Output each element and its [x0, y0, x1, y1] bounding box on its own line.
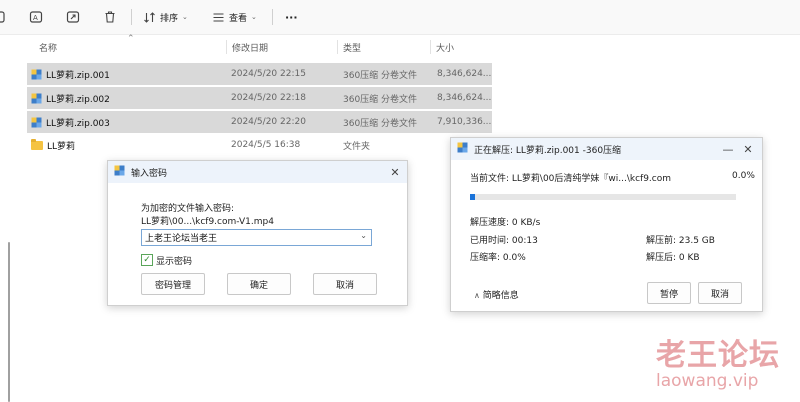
file-type: 360压缩 分卷文件 — [343, 94, 418, 105]
percent-complete: 0.0% — [732, 171, 755, 181]
file-date: 2024/5/20 22:18 — [231, 93, 306, 103]
app-icon — [457, 142, 468, 156]
sort-button[interactable]: 排序 ⌄ — [143, 8, 188, 26]
file-name: LL萝莉 — [47, 141, 76, 152]
password-manager-button[interactable]: 密码管理 — [141, 273, 205, 295]
scrollbar[interactable] — [8, 242, 10, 402]
view-label: 查看 — [229, 13, 248, 24]
size-after: 解压后: 0 KB — [646, 253, 700, 263]
file-date: 2024/5/20 22:15 — [231, 69, 306, 79]
file-row[interactable]: LL萝莉.zip.002 2024/5/20 22:18 360压缩 分卷文件 … — [27, 87, 492, 109]
column-header-type[interactable]: 类型 — [343, 37, 361, 57]
column-divider[interactable] — [430, 40, 431, 54]
file-row[interactable]: LL萝莉.zip.003 2024/5/20 22:20 360压缩 分卷文件 … — [27, 111, 492, 133]
progress-bar — [470, 194, 736, 200]
file-name: LL萝莉.zip.001 — [46, 70, 110, 81]
file-size: 8,346,624... — [437, 69, 492, 79]
rename-icon[interactable]: A — [28, 9, 44, 25]
more-icon: ··· — [285, 10, 298, 24]
show-password-label[interactable]: 显示密码 — [156, 254, 192, 267]
sort-icon — [144, 11, 155, 23]
sort-ascending-icon: ⌃ — [127, 34, 135, 44]
file-type: 文件夹 — [343, 141, 371, 152]
zip-archive-icon — [31, 117, 42, 128]
cancel-button[interactable]: 取消 — [313, 273, 377, 295]
file-date: 2024/5/20 22:20 — [231, 117, 306, 127]
file-name: LL萝莉.zip.002 — [46, 94, 110, 105]
pause-button[interactable]: 暂停 — [647, 282, 691, 304]
minimize-icon[interactable]: — — [721, 142, 735, 156]
password-prompt: 为加密的文件输入密码: — [141, 204, 235, 214]
close-icon[interactable]: ✕ — [741, 142, 755, 156]
brief-info-toggle[interactable]: ∧ 简略信息 — [474, 288, 519, 301]
extract-speed: 解压速度: 0 KB/s — [470, 218, 541, 228]
app-icon — [114, 165, 125, 179]
current-file: 当前文件: LL萝莉\00后清纯学妹『wi...\kcf9.com — [470, 174, 672, 184]
delete-icon[interactable] — [102, 9, 118, 25]
file-row[interactable]: LL萝莉.zip.001 2024/5/20 22:15 360压缩 分卷文件 … — [27, 63, 492, 85]
watermark-url: laowang.vip — [656, 371, 759, 391]
checkmark-icon: ✓ — [143, 255, 151, 265]
toolbar-divider — [131, 9, 132, 25]
rename-partial-icon[interactable] — [0, 9, 13, 25]
dialog-title: 输入密码 — [131, 168, 168, 179]
column-divider[interactable] — [337, 40, 338, 54]
dialog-title: 正在解压: LL萝莉.zip.001 -360压缩 — [474, 145, 622, 156]
more-options-button[interactable]: ··· — [285, 8, 298, 26]
password-input[interactable]: 上老王论坛当老王 ⌄ — [141, 229, 372, 246]
dialog-titlebar: 正在解压: LL萝莉.zip.001 -360压缩 — [451, 138, 762, 160]
elapsed-time: 已用时间: 00:13 — [470, 236, 538, 246]
explorer-toolbar: A 排序 ⌄ 查看 ⌄ ··· — [0, 0, 800, 35]
file-size: 8,346,624... — [437, 93, 492, 103]
share-icon[interactable] — [65, 9, 81, 25]
view-icon — [213, 12, 224, 22]
file-date: 2024/5/5 16:38 — [231, 140, 301, 150]
size-before: 解压前: 23.5 GB — [646, 236, 715, 246]
file-name: LL萝莉.zip.003 — [46, 118, 110, 129]
chevron-down-icon: ⌄ — [251, 13, 257, 21]
file-type: 360压缩 分卷文件 — [343, 70, 418, 81]
file-size: 7,910,336... — [437, 117, 492, 127]
column-header-size[interactable]: 大小 — [436, 37, 454, 57]
column-divider[interactable] — [226, 40, 227, 54]
folder-icon — [31, 138, 43, 150]
brief-info-label: 简略信息 — [482, 291, 519, 301]
toolbar-divider — [272, 9, 273, 25]
zip-archive-icon — [31, 93, 42, 104]
show-password-checkbox[interactable]: ✓ — [141, 254, 153, 266]
view-button[interactable]: 查看 ⌄ — [212, 8, 257, 26]
chevron-down-icon: ⌄ — [182, 13, 188, 21]
extract-dialog: 正在解压: LL萝莉.zip.001 -360压缩 — ✕ 当前文件: LL萝莉… — [450, 137, 763, 312]
chevron-up-icon: ∧ — [474, 291, 480, 300]
cancel-button[interactable]: 取消 — [698, 282, 742, 304]
sort-label: 排序 — [160, 13, 179, 24]
column-header-date[interactable]: 修改日期 — [232, 37, 268, 57]
encrypted-file-path: LL萝莉\00...\kcf9.com-V1.mp4 — [141, 217, 274, 227]
dialog-titlebar: 输入密码 — [108, 161, 407, 183]
password-dialog: 输入密码 ✕ 为加密的文件输入密码: LL萝莉\00...\kcf9.com-V… — [107, 160, 408, 306]
watermark-text: 老王论坛 — [656, 338, 780, 373]
password-value: 上老王论坛当老王 — [145, 234, 218, 244]
close-icon[interactable]: ✕ — [388, 165, 402, 179]
chevron-down-icon[interactable]: ⌄ — [360, 231, 367, 240]
file-type: 360压缩 分卷文件 — [343, 118, 418, 129]
svg-text:A: A — [33, 14, 38, 22]
column-header-name[interactable]: 名称 — [39, 37, 57, 57]
zip-archive-icon — [31, 69, 42, 80]
ok-button[interactable]: 确定 — [227, 273, 291, 295]
compression-ratio: 压缩率: 0.0% — [470, 253, 526, 263]
folder-row[interactable]: LL萝莉 2024/5/5 16:38 文件夹 — [27, 134, 492, 156]
progress-fill — [470, 194, 476, 200]
